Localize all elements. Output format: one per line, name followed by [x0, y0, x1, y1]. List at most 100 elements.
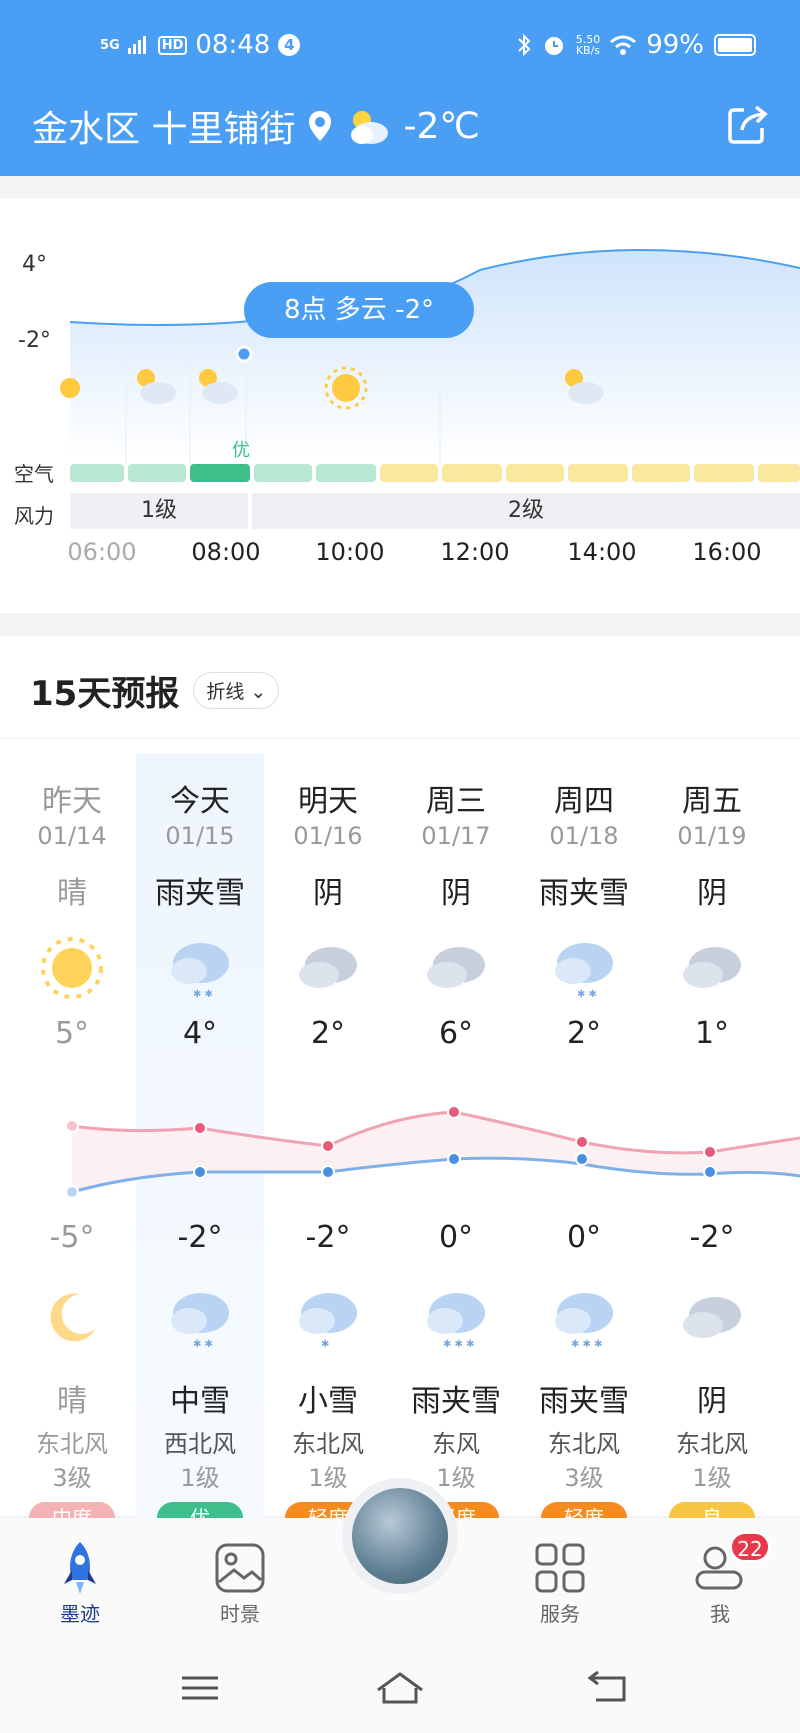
forecast-night[interactable]: -2° 阴 东北风 1级 良	[648, 1220, 776, 1534]
hour-tooltip: 8点 多云 -2°	[244, 282, 474, 338]
menu-icon[interactable]	[170, 1668, 230, 1708]
air-quality-bar	[380, 464, 438, 482]
low-temperature: -2°	[177, 1220, 223, 1255]
forecast-night[interactable]: -2° ✱ ✱ 中雪 西北风 1级 优	[136, 1220, 264, 1534]
night-condition: 中雪	[170, 1384, 230, 1419]
low-temperature: 0°	[566, 1220, 602, 1255]
y-axis-mid-label: -2°	[18, 328, 51, 353]
wind-direction: 东风	[432, 1430, 480, 1458]
status-bar: 5G HD 08:48 4 5.50 KB/s 99%	[0, 26, 800, 66]
current-temperature: -2℃	[403, 105, 480, 147]
current-hour-dot	[235, 345, 253, 363]
low-temperature: -2°	[305, 1220, 351, 1255]
wifi-icon	[610, 35, 637, 55]
wind-direction: 东北风	[676, 1430, 748, 1458]
svg-text:✱ ✱: ✱ ✱	[193, 1339, 213, 1350]
back-icon[interactable]	[580, 1668, 640, 1708]
forecast-night[interactable]: -5° 晴 东北风 3级 中度	[8, 1220, 136, 1534]
wind-row-label: 风力	[14, 504, 54, 528]
top-bar: 5G HD 08:48 4 5.50 KB/s 99% 金水区 十里铺街 -2℃	[0, 0, 800, 176]
signal-bars-icon	[127, 36, 146, 54]
wind-level-bar: 2级	[252, 493, 800, 529]
hour-label: 08:00	[191, 538, 261, 566]
battery-icon	[714, 34, 756, 56]
svg-text:✱ ✱ ✱: ✱ ✱ ✱	[443, 1339, 475, 1350]
center-scene-button[interactable]	[342, 1478, 458, 1594]
hd-icon: HD	[157, 35, 188, 55]
wind-level-bar: 1级	[70, 493, 248, 529]
partly-cloudy-icon	[351, 111, 389, 144]
tab-label: 服务	[540, 1602, 580, 1626]
snow-icon: ✱ ✱	[171, 1293, 229, 1350]
wind-direction: 东北风	[292, 1430, 364, 1458]
wind-level: 1级	[692, 1464, 732, 1492]
sleet-icon: ✱ ✱ ✱	[427, 1293, 485, 1350]
air-quality-bar	[316, 464, 376, 482]
signal-icon: 5G	[100, 37, 120, 53]
wind-direction: 东北风	[548, 1430, 620, 1458]
clock-time: 08:48	[195, 30, 271, 60]
night-condition: 晴	[57, 1384, 87, 1419]
location-name[interactable]: 金水区 十里铺街	[32, 100, 295, 152]
tab-scenery[interactable]: 时景	[180, 1538, 300, 1627]
location-pin-icon	[309, 111, 332, 141]
photo-icon	[215, 1543, 265, 1593]
tab-label: 时景	[220, 1602, 260, 1626]
location-bar[interactable]: 金水区 十里铺街 -2℃	[32, 100, 480, 152]
tab-moji[interactable]: 墨迹	[20, 1538, 140, 1627]
sunny-icon	[60, 378, 80, 398]
air-quality-bar	[632, 464, 690, 482]
night-condition: 雨夹雪	[539, 1384, 629, 1419]
night-condition: 小雪	[298, 1384, 358, 1419]
air-quality-bar	[506, 464, 564, 482]
air-quality-bar	[694, 464, 754, 482]
hour-label: 06:00	[67, 538, 137, 566]
air-quality-bar	[758, 464, 800, 482]
sleet-icon: ✱ ✱ ✱	[555, 1293, 613, 1350]
moon-icon	[50, 1293, 96, 1342]
wind-level: 1级	[180, 1464, 220, 1492]
wind-level: 3级	[564, 1464, 604, 1492]
hour-label: 10:00	[315, 538, 385, 566]
grid-icon	[535, 1543, 585, 1593]
scene-thumbnail	[352, 1488, 448, 1584]
rocket-icon	[64, 1542, 96, 1594]
notification-badge: 22	[730, 1532, 770, 1562]
tab-label: 墨迹	[60, 1602, 100, 1626]
hour-label: 12:00	[440, 538, 510, 566]
air-quality-bar	[254, 464, 312, 482]
low-temperature: -2°	[689, 1220, 735, 1255]
low-temperature: -5°	[49, 1220, 95, 1255]
hour-label: 16:00	[692, 538, 762, 566]
bluetooth-icon	[517, 33, 531, 57]
air-quality-bar	[70, 464, 124, 482]
bottom-tab-bar: 墨迹 时景 服务 22 我	[0, 1478, 800, 1733]
night-condition: 阴	[697, 1384, 727, 1419]
home-icon[interactable]	[370, 1668, 430, 1708]
wind-direction: 东北风	[36, 1430, 108, 1458]
hourly-forecast[interactable]: 8点 多云 -2° 4° -2° 优 空气 风力 1级 2级 06:00 08:…	[0, 198, 800, 613]
air-quality-bar	[128, 464, 186, 482]
air-quality-bar	[568, 464, 628, 482]
alarm-icon	[544, 37, 563, 55]
share-icon[interactable]	[726, 102, 770, 146]
low-temperature: 0°	[438, 1220, 474, 1255]
wind-level: 3级	[52, 1464, 92, 1492]
air-quality-bar	[190, 464, 250, 482]
tab-me[interactable]: 22 我	[660, 1532, 780, 1627]
tab-label: 我	[710, 1602, 730, 1626]
air-quality-bar	[442, 464, 502, 482]
svg-text:✱ ✱ ✱: ✱ ✱ ✱	[571, 1339, 603, 1350]
overcast-icon	[683, 1297, 741, 1338]
night-condition: 雨夹雪	[411, 1384, 501, 1419]
snow-icon: ✱	[299, 1293, 357, 1350]
notification-count: 4	[278, 34, 301, 56]
net-speed: 5.50 KB/s	[575, 33, 601, 57]
tab-services[interactable]: 服务	[500, 1538, 620, 1627]
forecast-night[interactable]: 0° ✱ ✱ ✱ 雨夹雪 东北风 3级 轻度	[520, 1220, 648, 1534]
air-row-label: 空气	[14, 462, 54, 486]
battery-percent: 99%	[646, 30, 704, 60]
hour-label: 14:00	[567, 538, 637, 566]
svg-text:✱: ✱	[321, 1339, 329, 1350]
y-axis-top-label: 4°	[22, 252, 47, 277]
